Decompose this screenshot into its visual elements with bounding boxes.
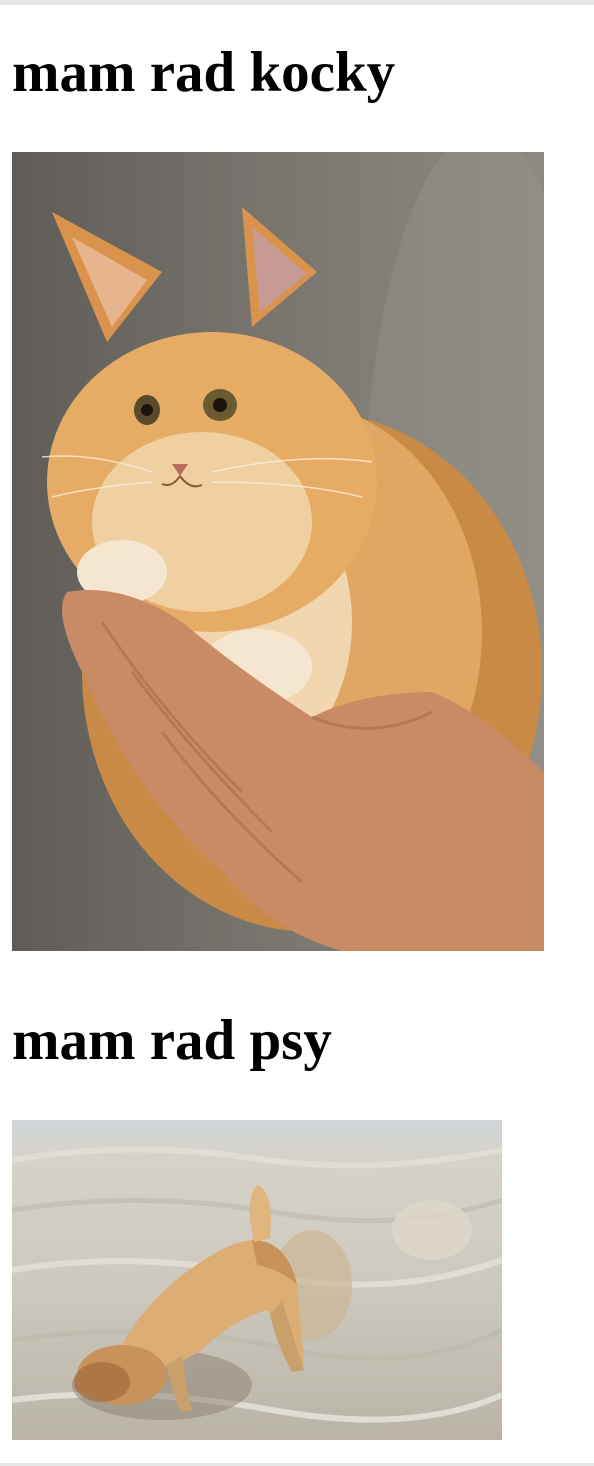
kitten-photo	[12, 152, 544, 951]
browser-top-edge	[0, 0, 594, 5]
heading-cats: mam rad kocky	[12, 41, 396, 104]
puppy-photo	[12, 1120, 502, 1440]
heading-dogs: mam rad psy	[12, 1009, 332, 1072]
